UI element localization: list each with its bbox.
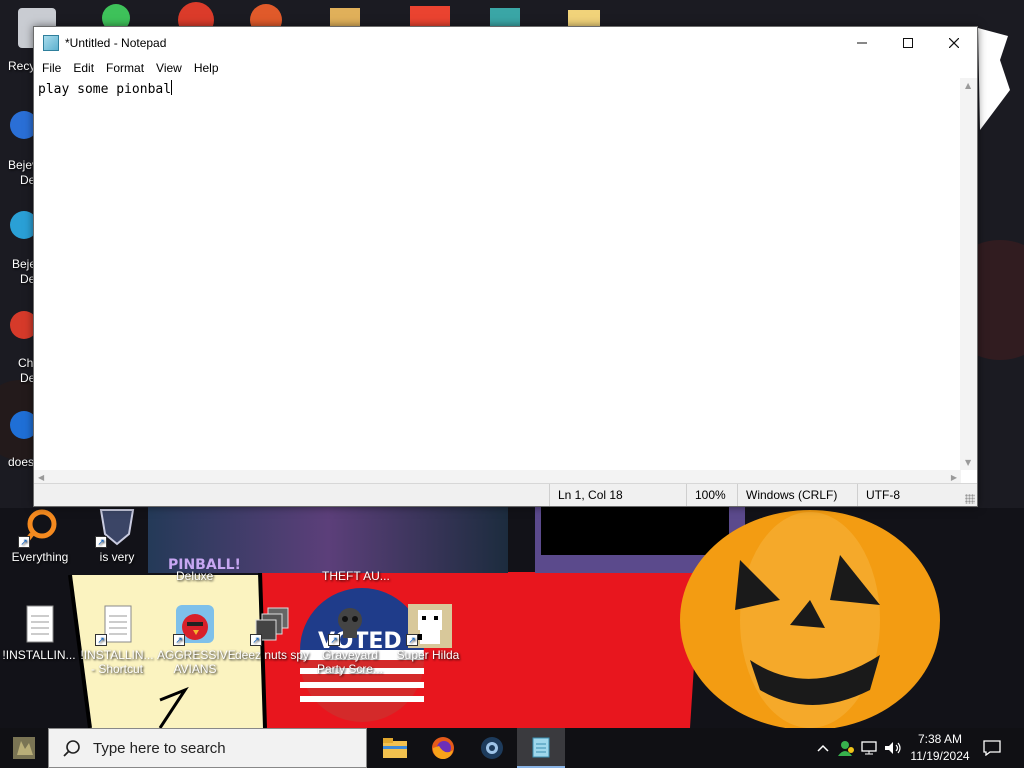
- scroll-up-icon[interactable]: ▲: [965, 81, 971, 90]
- desktop-icon-graveyard[interactable]: ↗ Graveyard Party Scre...: [312, 604, 388, 676]
- shortcut-arrow-icon: ↗: [95, 634, 107, 646]
- everything-icon: ↗: [18, 506, 60, 548]
- desktop-label-chrome[interactable]: Ch: [18, 356, 33, 370]
- desktop-label-recycle[interactable]: Recy: [8, 59, 35, 73]
- resize-grip-icon[interactable]: [965, 494, 975, 504]
- desktop-label-does[interactable]: does: [8, 455, 34, 469]
- close-button[interactable]: [931, 27, 977, 58]
- skull-icon: ↗: [328, 604, 370, 646]
- status-zoom: 100%: [686, 484, 737, 506]
- status-line-ending: Windows (CRLF): [737, 484, 857, 506]
- desktop-icon-label: AGGRESSIVE AVIANS: [157, 648, 236, 676]
- shield-logo-icon: ↗: [95, 506, 137, 548]
- volume-icon[interactable]: [884, 739, 902, 757]
- pixel-character-icon: ↗: [406, 604, 452, 648]
- taskbar-clock[interactable]: 7:38 AM 11/19/2024: [904, 731, 976, 765]
- scroll-left-icon[interactable]: ◀: [38, 473, 44, 482]
- taskbar-firefox[interactable]: [419, 728, 467, 768]
- taskbar-search[interactable]: [48, 728, 367, 768]
- firefox-icon: [432, 737, 454, 760]
- notification-icon[interactable]: [982, 739, 1002, 757]
- window-title: *Untitled - Notepad: [65, 35, 167, 50]
- status-encoding: UTF-8: [857, 484, 967, 506]
- minimize-icon: [857, 42, 867, 43]
- desktop-icon-label: Super Hilda: [396, 648, 460, 662]
- chevron-up-icon[interactable]: [815, 739, 831, 757]
- desktop-label-deluxe: Deluxe: [176, 569, 214, 583]
- scroll-right-icon[interactable]: ▶: [951, 473, 957, 482]
- people-icon[interactable]: [838, 739, 856, 757]
- maximize-icon: [903, 37, 913, 48]
- start-icon: [13, 737, 35, 759]
- desktop-icon-label: !INSTALLIN...: [2, 648, 76, 662]
- menu-view[interactable]: View: [150, 61, 188, 75]
- close-icon: [949, 37, 959, 48]
- desktop-icon-super-hilda[interactable]: ↗ Super Hilda: [390, 604, 466, 662]
- status-bar: Ln 1, Col 18 100% Windows (CRLF) UTF-8: [34, 483, 977, 506]
- desktop-icon-label: is very: [99, 550, 135, 564]
- clock-date: 11/19/2024: [910, 749, 970, 763]
- text-caret: [171, 80, 173, 95]
- minimize-button[interactable]: [839, 27, 885, 58]
- desktop-icon-everything[interactable]: ↗ Everything: [2, 506, 78, 564]
- desktop-icon-deez-nuts-spy[interactable]: ↗ deez nuts spy: [234, 604, 310, 662]
- search-input[interactable]: [93, 739, 343, 757]
- steam-icon: [481, 737, 503, 759]
- desktop-label-theft: THEFT AU...: [322, 569, 390, 583]
- shortcut-arrow-icon: ↗: [173, 634, 185, 646]
- notepad-icon: [532, 737, 550, 758]
- shortcut-arrow-icon: ↗: [328, 634, 340, 646]
- start-button[interactable]: [0, 728, 48, 768]
- file-explorer-icon: [383, 738, 407, 758]
- network-icon[interactable]: [861, 739, 879, 757]
- menu-help[interactable]: Help: [188, 61, 225, 75]
- red-bird-icon: ↗: [173, 604, 215, 646]
- title-bar[interactable]: *Untitled - Notepad: [34, 27, 977, 58]
- taskbar-file-explorer[interactable]: [371, 728, 419, 768]
- editor-text: play some pionbal: [38, 82, 172, 97]
- notepad-icon: [43, 34, 59, 51]
- desktop-icon-installing-1[interactable]: !INSTALLIN...: [1, 604, 77, 662]
- scroll-down-icon[interactable]: ▼: [965, 458, 971, 467]
- status-cursor-position: Ln 1, Col 18: [549, 484, 686, 506]
- desktop-icon-label: Everything: [11, 550, 69, 564]
- menu-file[interactable]: File: [36, 61, 67, 75]
- taskbar-steam[interactable]: [468, 728, 516, 768]
- desktop-icon-installing-shortcut[interactable]: ↗ !INSTALLIN... - Shortcut: [79, 604, 155, 676]
- taskbar: 7:38 AM 11/19/2024: [0, 728, 1024, 768]
- desktop-icon-label: deez nuts spy: [234, 648, 310, 662]
- search-icon: [63, 739, 81, 757]
- text-file-icon: [19, 604, 59, 644]
- desktop-icon-label: Graveyard Party Scre...: [316, 648, 384, 676]
- text-file-icon: ↗: [95, 604, 137, 646]
- menu-format[interactable]: Format: [100, 61, 150, 75]
- text-editor[interactable]: play some pionbal: [34, 78, 961, 470]
- clock-time: 7:38 AM: [917, 732, 963, 746]
- desktop-icon-aggressive-avians[interactable]: ↗ AGGRESSIVE AVIANS: [157, 604, 236, 676]
- desktop-icon-is-very[interactable]: ↗ is very: [79, 506, 155, 564]
- desktop-icon-label: !INSTALLIN... - Shortcut: [80, 648, 154, 676]
- vertical-scrollbar[interactable]: ▲ ▼: [960, 78, 977, 470]
- shortcut-arrow-icon: ↗: [406, 634, 418, 646]
- shortcut-arrow-icon: ↗: [250, 634, 262, 646]
- notepad-window[interactable]: *Untitled - Notepad File Edit Format Vie…: [33, 26, 978, 507]
- menu-edit[interactable]: Edit: [67, 61, 100, 75]
- taskbar-notepad[interactable]: [517, 728, 565, 768]
- maximize-button[interactable]: [885, 27, 931, 58]
- shortcut-arrow-icon: ↗: [18, 536, 30, 548]
- windows-stack-icon: ↗: [250, 604, 292, 646]
- shortcut-arrow-icon: ↗: [95, 536, 107, 548]
- menu-bar: File Edit Format View Help: [34, 58, 977, 78]
